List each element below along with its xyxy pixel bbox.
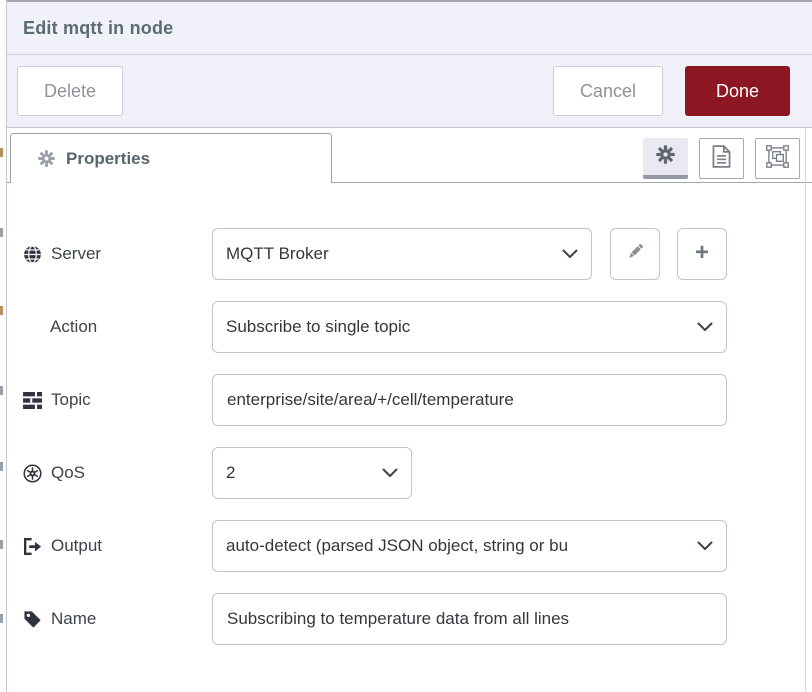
edit-node-dialog: Edit mqtt in node Delete Cancel Done xyxy=(0,0,812,692)
description-icon-button[interactable] xyxy=(699,138,744,179)
workspace-edge xyxy=(0,0,7,692)
action-select[interactable]: Subscribe to single topic xyxy=(212,301,727,353)
chevron-down-icon xyxy=(697,541,713,551)
cancel-button[interactable]: Cancel xyxy=(553,66,663,116)
chevron-down-icon xyxy=(382,468,398,478)
qos-label: QoS xyxy=(23,463,212,483)
tab-properties-label: Properties xyxy=(66,149,150,169)
output-select-value: auto-detect (parsed JSON object, string … xyxy=(226,536,689,556)
gear-icon xyxy=(37,150,56,167)
gear-icon xyxy=(656,145,675,169)
chevron-down-icon xyxy=(562,249,578,259)
qos-select-value: 2 xyxy=(226,463,374,483)
delete-button[interactable]: Delete xyxy=(17,66,123,116)
form-row-name: Name xyxy=(23,593,805,645)
properties-icon-button[interactable] xyxy=(643,138,688,179)
output-select[interactable]: auto-detect (parsed JSON object, string … xyxy=(212,520,727,572)
form-row-output: Output auto-detect (parsed JSON object, … xyxy=(23,520,805,572)
form-row-server: Server MQTT Broker xyxy=(23,228,805,280)
done-button[interactable]: Done xyxy=(685,66,790,116)
form-scroll-gutter xyxy=(805,129,806,692)
tab-properties[interactable]: Properties xyxy=(10,133,332,183)
form-row-qos: QoS 2 xyxy=(23,447,805,499)
qos-empire-icon xyxy=(23,464,42,483)
tab-action-buttons xyxy=(643,138,800,179)
chevron-down-icon xyxy=(697,322,713,332)
name-label: Name xyxy=(23,609,212,629)
server-select[interactable]: MQTT Broker xyxy=(212,228,592,280)
tasks-icon xyxy=(23,392,42,409)
action-label: Action xyxy=(23,317,212,337)
form-row-topic: Topic xyxy=(23,374,805,426)
action-select-value: Subscribe to single topic xyxy=(226,317,689,337)
pencil-icon xyxy=(626,242,645,266)
appearance-icon xyxy=(766,145,789,173)
topic-input[interactable] xyxy=(212,374,727,426)
server-label: Server xyxy=(23,244,212,264)
palette-edge-mark xyxy=(0,386,3,395)
dialog-toolbar: Delete Cancel Done xyxy=(7,55,812,128)
add-server-button[interactable]: + xyxy=(677,228,727,280)
tab-bar: Properties xyxy=(7,129,812,183)
palette-edge-mark xyxy=(0,462,3,471)
properties-form: Server MQTT Broker xyxy=(7,183,805,692)
appearance-icon-button[interactable] xyxy=(755,138,800,179)
document-icon xyxy=(712,145,731,173)
output-label: Output xyxy=(23,536,212,556)
palette-edge-mark xyxy=(0,148,3,157)
edit-server-button[interactable] xyxy=(610,228,660,280)
palette-edge-mark xyxy=(0,540,3,549)
dialog-title: Edit mqtt in node xyxy=(23,18,173,39)
server-select-value: MQTT Broker xyxy=(226,244,554,264)
form-row-action: Action Subscribe to single topic xyxy=(23,301,805,353)
palette-edge-mark xyxy=(0,614,3,623)
name-input[interactable] xyxy=(212,593,727,645)
globe-icon xyxy=(23,245,42,264)
edit-tray: Edit mqtt in node Delete Cancel Done xyxy=(7,0,812,692)
sign-out-icon xyxy=(23,537,42,556)
palette-edge-mark xyxy=(0,228,3,237)
tag-icon xyxy=(23,610,42,629)
plus-icon: + xyxy=(695,241,709,265)
editor-body: Properties xyxy=(7,129,812,692)
qos-select[interactable]: 2 xyxy=(212,447,412,499)
topic-label: Topic xyxy=(23,390,212,410)
palette-edge-mark xyxy=(0,306,3,315)
dialog-header: Edit mqtt in node xyxy=(7,0,812,55)
